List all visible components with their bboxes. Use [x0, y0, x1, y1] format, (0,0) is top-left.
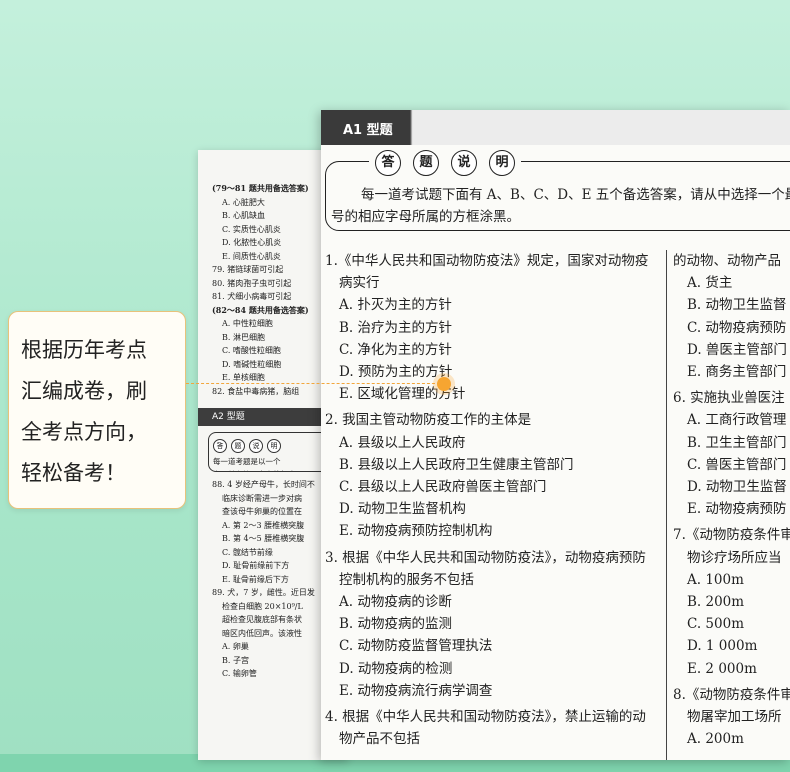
callout-line: 汇编成卷，刷	[21, 379, 147, 403]
answer-option: E. 动物疫病预防	[687, 501, 787, 518]
answer-option: B. 200m	[687, 594, 745, 611]
back-instructions-badges: 答题说明	[213, 439, 337, 453]
a2-section-label: A2 型题	[198, 408, 328, 426]
question-stem: 2. 我国主管动物防疫工作的主体是	[325, 412, 532, 429]
instruction-badge: 说	[249, 439, 263, 453]
answer-option: B. 动物疫病的监测	[339, 616, 453, 633]
answer-option: C. 净化为主的方针	[339, 341, 452, 358]
question-stem: 物诊疗场所应当	[687, 549, 782, 566]
promo-callout: 根据历年考点 汇编成卷，刷 全考点方向， 轻松备考！	[8, 311, 186, 509]
answer-option: A. 100m	[687, 571, 744, 588]
answer-option: D. 动物卫生监督机构	[339, 501, 466, 518]
answer-option: B. 动物卫生监督	[687, 297, 787, 314]
answer-option: A. 县级以上人民政府	[339, 434, 466, 451]
answer-option: D. 动物卫生监督	[687, 479, 787, 496]
answer-option: D. 预防为主的方针	[339, 364, 453, 381]
question-stem: 8.《动物防疫条件审	[673, 686, 790, 703]
front-exam-page: A1 型题 答题说明 每一道考试题下面有 A、B、C、D、E 五个备选答案，请从…	[321, 110, 790, 760]
answer-option: E. 区域化管理的方针	[339, 386, 466, 403]
back-instruction-line: 案，并在答题卡上将相应	[213, 468, 337, 471]
answer-option: A. 货主	[687, 275, 733, 292]
question-stem: 病实行	[339, 275, 380, 292]
question-stem: 物产品不包括	[339, 731, 420, 748]
instructions-line-2: 号的相应字母所属的方框涂黑。	[331, 209, 520, 225]
question-stem: 物屠宰加工场所	[687, 709, 782, 726]
instruction-badge: 答	[375, 150, 401, 176]
back-instruction-line: 每一道考题是以一个	[213, 457, 281, 466]
callout-line: 全考点方向，	[21, 420, 147, 444]
instructions-badges: 答题说明	[369, 150, 521, 176]
a1-section-label: A1 型题	[343, 123, 393, 138]
answer-option: C. 500m	[687, 616, 744, 633]
answer-option: E. 动物疫病流行病学调查	[339, 682, 493, 699]
instruction-badge: 明	[267, 439, 281, 453]
question-stem: 4. 根据《中华人民共和国动物防疫法》，禁止运输的动	[325, 709, 646, 726]
instructions-text: 每一道考试题下面有 A、B、C、D、E 五个备选答案，请从中选择一个最 号的相应…	[331, 184, 790, 228]
back-instructions-text: 每一道考题是以一个案，并在答题卡上将相应	[213, 455, 337, 471]
answer-option: C. 县级以上人民政府兽医主管部门	[339, 479, 547, 496]
answer-option: E. 2 000m	[687, 660, 757, 677]
callout-line: 轻松备考！	[21, 461, 126, 485]
instruction-badge: 题	[413, 150, 439, 176]
question-stem: 3. 根据《中华人民共和国动物防疫法》，动物疫病预防	[325, 549, 646, 566]
question-stem: 1.《中华人民共和国动物防疫法》规定，国家对动物疫	[325, 253, 649, 269]
callout-line: 根据历年考点	[21, 338, 147, 362]
answer-option: B. 治疗为主的方针	[339, 319, 453, 336]
left-question-column: 1.《中华人民共和国动物防疫法》规定，国家对动物疫病实行 A. 扑灭为主的方针 B.…	[321, 250, 666, 750]
answer-option: C. 动物疫病预防	[687, 319, 787, 336]
question-stem: 7.《动物防疫条件审	[673, 527, 790, 544]
answer-option: D. 1 000m	[687, 638, 758, 655]
instruction-badge: 说	[451, 150, 477, 176]
question-stem: 的动物、动物产品	[673, 253, 781, 269]
answer-option: C. 兽医主管部门	[687, 456, 787, 473]
answer-option: C. 动物防疫监督管理执法	[339, 638, 493, 655]
question-stem: 控制机构的服务不包括	[339, 571, 474, 588]
answer-option: B. 卫生主管部门	[687, 434, 787, 451]
callout-pointer-dot	[437, 377, 451, 391]
instruction-badge: 明	[489, 150, 515, 176]
answer-option: D. 兽医主管部门	[687, 341, 787, 358]
answer-option: A. 扑灭为主的方针	[339, 297, 452, 314]
answer-option: E. 动物疫病预防控制机构	[339, 523, 493, 540]
answer-option: E. 商务主管部门	[687, 364, 787, 381]
answer-option: A. 动物疫病的诊断	[339, 594, 452, 611]
answer-option: B. 县级以上人民政府卫生健康主管部门	[339, 456, 574, 473]
answer-option: D. 动物疫病的检测	[339, 660, 453, 677]
column-divider	[666, 250, 667, 760]
callout-connector-line	[186, 383, 440, 384]
instructions-line-1: 每一道考试题下面有 A、B、C、D、E 五个备选答案，请从中选择一个最	[361, 187, 790, 203]
instruction-badge: 题	[231, 439, 245, 453]
question-stem: 6. 实施执业兽医注	[673, 390, 785, 407]
right-question-column: 的动物、动物产品 A. 货主 B. 动物卫生监督 C. 动物疫病预防 D. 兽医主管部门…	[673, 250, 790, 750]
answer-option: A. 工商行政管理	[687, 412, 787, 429]
answer-option: A. 200m	[687, 731, 744, 748]
instruction-badge: 答	[213, 439, 227, 453]
